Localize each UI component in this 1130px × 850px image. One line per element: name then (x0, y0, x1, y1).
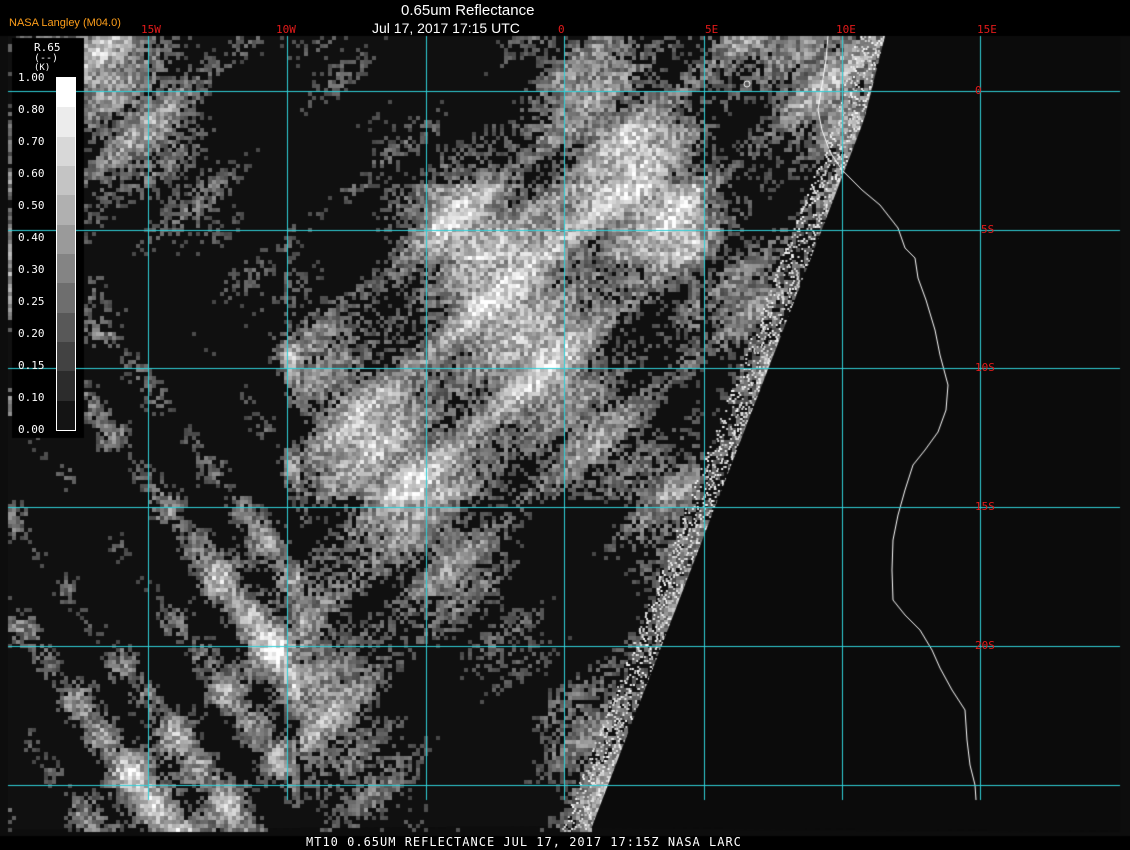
legend-swatch (57, 165, 75, 196)
legend-swatch (57, 400, 75, 430)
legend-swatch (57, 136, 75, 166)
legend-swatch (57, 371, 75, 401)
lon-label-0: 0 (558, 23, 565, 36)
legend-swatch (57, 341, 75, 372)
credit-label: NASA Langley (M04.0) (9, 17, 121, 29)
legend-swatch (57, 283, 75, 313)
lat-label-10s: 10S (975, 361, 995, 374)
legend-swatch (57, 253, 75, 284)
lon-label-10w: 10W (276, 23, 296, 36)
legend-swatch (57, 224, 75, 254)
satellite-reflectance-image (0, 0, 1130, 850)
color-scale-legend: R.65 (--) (K) 1.00 0.80 0.70 0.60 0.50 0… (12, 38, 82, 438)
legend-tick: 0.70 (18, 135, 45, 148)
lon-label-15e: 15E (977, 23, 997, 36)
footer-caption: MT10 0.65UM REFLECTANCE JUL 17, 2017 17:… (306, 835, 742, 849)
lat-label-5s: 5S (981, 223, 995, 236)
lon-label-5e: 5E (705, 23, 719, 36)
legend-tick: 0.40 (18, 231, 45, 244)
image-datetime: Jul 17, 2017 17:15 UTC (372, 20, 520, 36)
lon-label-15w: 15W (141, 23, 161, 36)
legend-tick: 0.20 (18, 327, 45, 340)
legend-tick: 0.30 (18, 263, 45, 276)
legend-swatch (57, 312, 75, 342)
legend-tick: 0.80 (18, 103, 45, 116)
legend-tick: 0.00 (18, 423, 45, 436)
legend-tick: 0.25 (18, 295, 45, 308)
legend-swatch (57, 107, 75, 137)
legend-tick: 0.15 (18, 359, 45, 372)
legend-tick: 0.50 (18, 199, 45, 212)
legend-swatch (57, 195, 75, 225)
lat-label-15s: 15S (975, 500, 995, 513)
legend-tick: 1.00 (18, 71, 45, 84)
legend-color-bar (56, 77, 76, 431)
legend-swatch (57, 78, 75, 108)
image-title: 0.65um Reflectance (401, 2, 535, 19)
legend-tick: 0.60 (18, 167, 45, 180)
lon-label-10e: 10E (836, 23, 856, 36)
legend-tick: 0.10 (18, 391, 45, 404)
lat-label-20s: 20S (975, 639, 995, 652)
lat-label-0: 0 (975, 84, 982, 97)
